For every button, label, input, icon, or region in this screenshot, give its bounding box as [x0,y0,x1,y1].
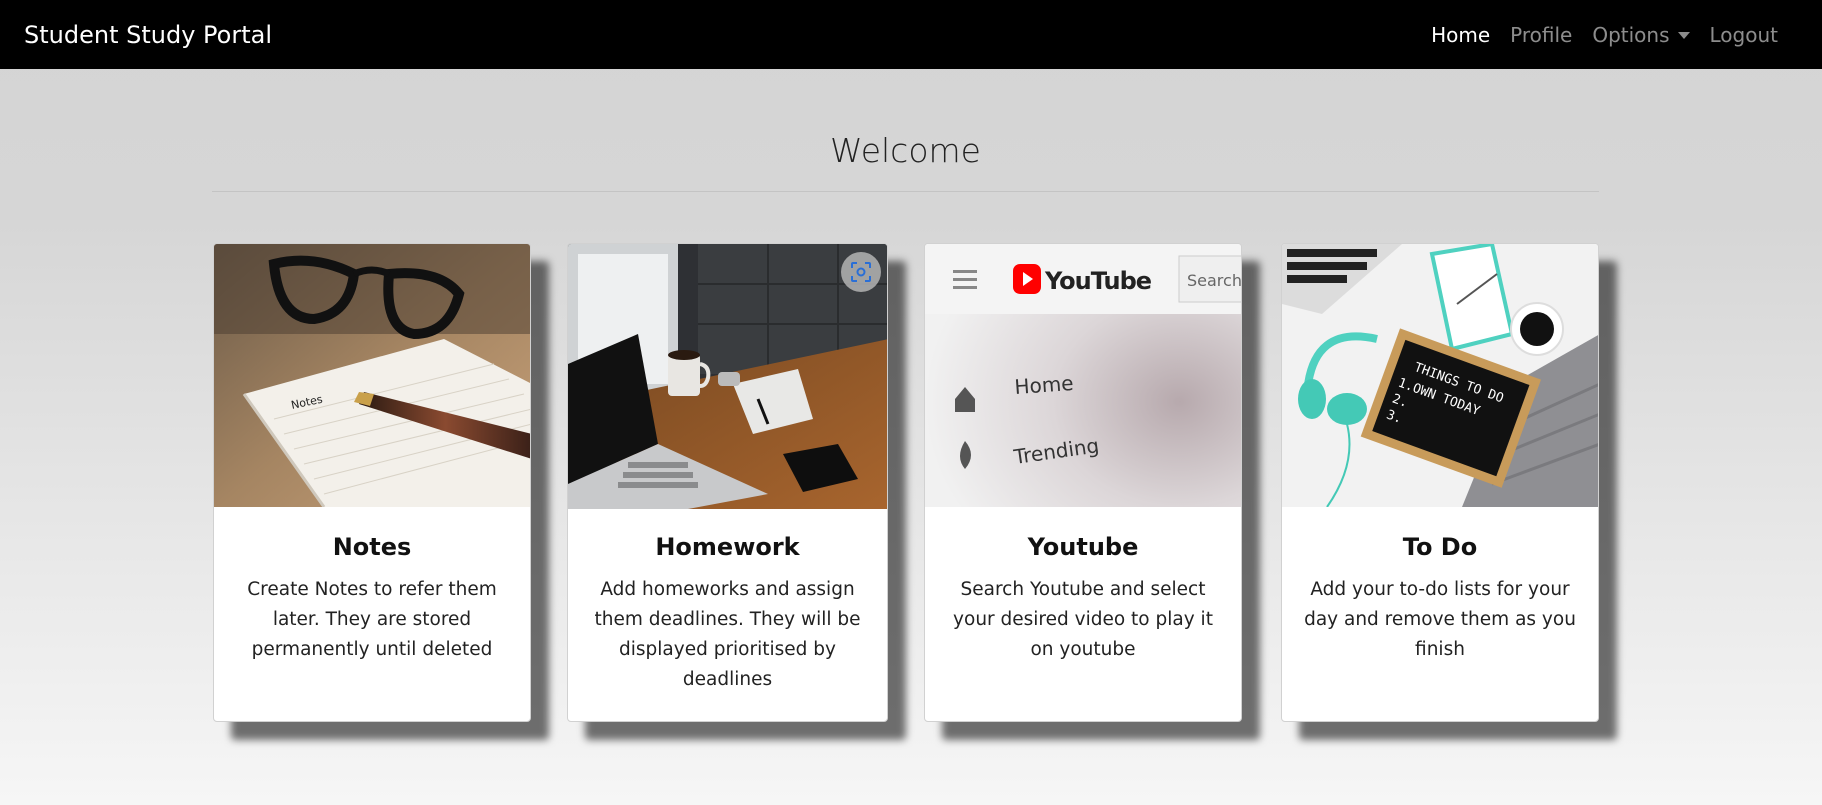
card-description: Add your to-do lists for your day and re… [1304,579,1576,660]
homework-card[interactable]: Homework Add homeworks and assign them d… [567,243,888,722]
card-description: Create Notes to refer them later. They a… [247,579,497,660]
brand-link[interactable]: Student Study Portal [24,19,272,51]
svg-text:YouTube: YouTube [1044,267,1152,295]
nav-links: Home Profile Options Logout [1411,22,1778,48]
svg-text:Search: Search [1187,271,1241,290]
visual-search-button[interactable] [841,252,881,292]
notes-card-image: Notes [214,244,530,507]
youtube-screen-photo: YouTube Search Home Trending [925,244,1241,507]
notebook-pen-glasses-photo: Notes [214,244,530,507]
lens-icon [851,262,871,282]
nav-logout-link[interactable]: Logout [1710,22,1778,48]
nav-options-label: Options [1592,23,1670,47]
nav-profile-link[interactable]: Profile [1510,22,1572,48]
todo-board-headphones-photo: THINGS TO DO 1.OWN TODAY 2. 3. [1282,244,1598,507]
laptop-desk-coffee-photo [568,244,887,509]
svg-text:Home: Home [1014,371,1075,399]
card-title: Youtube [1027,533,1139,561]
todo-card-image: THINGS TO DO 1.OWN TODAY 2. 3. [1282,244,1598,507]
caret-down-icon [1677,31,1690,39]
nav-options-dropdown[interactable]: Options [1592,22,1690,48]
nav-home-link[interactable]: Home [1431,22,1490,48]
card-title: Notes [332,533,412,561]
page-title: Welcome [830,131,981,170]
notes-card[interactable]: Notes Notes Create Notes to refer them l… [213,243,531,722]
youtube-card[interactable]: YouTube Search Home Trending Youtube Sea… [924,243,1242,722]
todo-card[interactable]: THINGS TO DO 1.OWN TODAY 2. 3. To Do Add… [1281,243,1599,722]
top-navbar: Student Study Portal Home Profile Option… [0,0,1822,69]
heading-divider [212,191,1599,192]
homework-card-image [568,244,887,509]
card-description: Add homeworks and assign them deadlines.… [594,579,861,690]
card-title: To Do [1402,533,1478,561]
card-description: Search Youtube and select your desired v… [953,579,1213,660]
youtube-card-image: YouTube Search Home Trending [925,244,1241,507]
card-title: Homework [655,533,800,561]
